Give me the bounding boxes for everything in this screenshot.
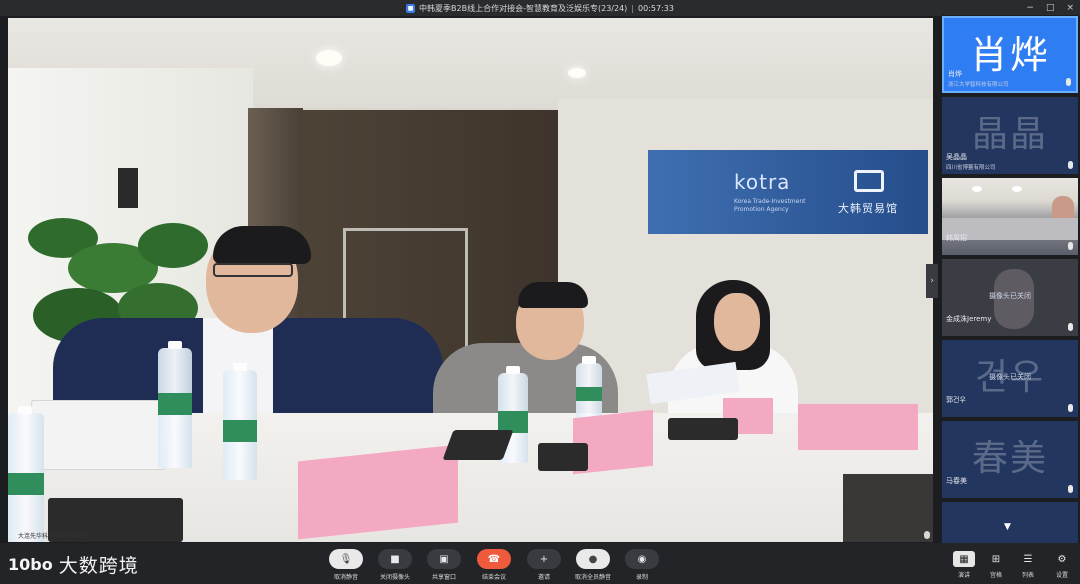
collapse-panel-button[interactable]: › <box>926 264 938 298</box>
share-screen-icon: ▣ <box>427 549 461 569</box>
microphone-base <box>668 418 738 440</box>
list-view-label: 列表 <box>1021 572 1034 579</box>
close-icon[interactable]: × <box>1066 3 1074 13</box>
record-label: 录制 <box>635 574 648 581</box>
participant-panel: ▲ 肖烨 肖烨 浙江大学智科技有限公司 晶晶 吴晶晶 四川省博鳌有限公司 韩周招… <box>942 15 1078 543</box>
unmute-all-button[interactable]: ● 取消全员静音 <box>568 549 618 581</box>
banner-chinese: 大韩贸易馆 <box>838 202 898 215</box>
name-card <box>798 404 918 450</box>
participant-avatar: 春美 <box>971 438 1048 479</box>
water-bottle <box>158 341 192 468</box>
microphone-base <box>538 443 588 471</box>
main-video-feed[interactable]: kotra Korea Trade-Investment Promotion A… <box>8 18 933 542</box>
meeting-title: 中韩夏季B2B线上合作对接会-智慧教育及泛娱乐专(23/24) <box>419 3 628 13</box>
participant-name: 马春美 <box>946 477 967 485</box>
list-view-button[interactable]: ☰ 列表 <box>1013 551 1043 580</box>
gallery-view-button[interactable]: ⊞ 宫格 <box>981 551 1011 580</box>
participant-tile[interactable]: 晶晶 吴晶晶 四川省博鳌有限公司 <box>942 97 1078 174</box>
participant-tile[interactable]: 건우 摄像头已关闭 郭건우 <box>942 340 1078 417</box>
camera-icon: ■ <box>378 549 412 569</box>
watermark-logo: 10bo <box>8 555 53 574</box>
banner-brand: kotra <box>734 170 791 194</box>
users-icon: ● <box>576 549 610 569</box>
banner-logo-icon <box>854 170 884 192</box>
camera-label: 关闭摄像头 <box>379 574 410 581</box>
main-mic-icon <box>924 531 930 539</box>
grid-icon: ⊞ <box>991 553 1001 565</box>
participant-name: 郭건우 <box>946 396 966 404</box>
ceiling-light <box>316 50 342 66</box>
meeting-timer: 00:57:33 <box>638 3 674 13</box>
mic-icon <box>1068 242 1073 250</box>
unmute-all-label: 取消全员静音 <box>574 574 611 581</box>
ceiling-light <box>568 68 586 78</box>
watermark-text: 大数跨境 <box>58 555 139 577</box>
minimize-icon[interactable]: − <box>1026 3 1034 13</box>
record-icon: ◉ <box>625 549 659 569</box>
watermark: 10bo 大数跨境 <box>8 551 139 578</box>
camera-off-label: 摄像头已关闭 <box>989 292 1031 300</box>
share-window-button[interactable]: ▣ 共享窗口 <box>419 549 469 581</box>
kotra-banner: kotra Korea Trade-Investment Promotion A… <box>648 150 928 234</box>
title-bar: ■ 中韩夏季B2B线上合作对接会-智慧教育及泛娱乐专(23/24) | 00:5… <box>0 0 1080 16</box>
speaker-view-label: 演讲 <box>957 572 970 579</box>
speaker-view-icon: ▦ <box>953 551 975 567</box>
invite-button[interactable]: + 邀请 <box>519 549 569 581</box>
participant-tile[interactable]: ▼ <box>942 502 1078 543</box>
participant-company: 浙江大学智科技有限公司 <box>948 82 1009 88</box>
hangup-icon: ☎ <box>477 549 511 569</box>
speaker-view-button[interactable]: ▦ 演讲 <box>949 551 979 579</box>
mic-icon <box>1068 404 1073 412</box>
gallery-view-label: 宫格 <box>989 572 1002 579</box>
settings-label: 设置 <box>1055 572 1068 579</box>
participant-tile[interactable]: 摄像头已关闭 金成洙Jeremy <box>942 259 1078 336</box>
title-separator: | <box>631 3 634 13</box>
gear-icon: ⚙ <box>1057 553 1067 565</box>
mic-icon <box>1068 323 1073 331</box>
add-user-icon: + <box>527 549 561 569</box>
lock-icon: ■ <box>406 3 416 13</box>
participant-name: 肖烨 <box>948 70 962 78</box>
mic-icon <box>1066 78 1071 86</box>
participant-tile[interactable]: 韩周招 <box>942 178 1078 255</box>
participant-name: 金成洙Jeremy <box>946 315 992 323</box>
banner-subtitle: Korea Trade-Investment Promotion Agency <box>734 198 806 213</box>
list-icon: ☰ <box>1023 553 1033 565</box>
laptop <box>24 400 172 470</box>
settings-button[interactable]: ⚙ 设置 <box>1047 551 1077 580</box>
speaker-caption: 大连先华科技服务有限公司 <box>18 533 91 540</box>
record-button[interactable]: ◉ 录制 <box>617 549 667 581</box>
unmute-button[interactable]: 🎙 取消静音 <box>321 549 371 581</box>
camera-off-label: 摄像头已关闭 <box>989 373 1031 381</box>
participant-company: 四川省博鳌有限公司 <box>946 165 996 171</box>
mic-icon <box>1068 161 1073 169</box>
share-label: 共享窗口 <box>431 574 456 581</box>
end-meeting-button[interactable]: ☎ 结束会议 <box>469 549 519 581</box>
water-bottle <box>223 363 257 480</box>
invite-label: 邀请 <box>537 574 550 581</box>
maximize-icon[interactable]: □ <box>1046 3 1055 13</box>
participant-name: 吴晶晶 <box>946 153 967 161</box>
meeting-app: ■ 中韩夏季B2B线上合作对接会-智慧教育及泛娱乐专(23/24) | 00:5… <box>0 0 1080 584</box>
participant-tile[interactable]: 春美 马春美 <box>942 421 1078 498</box>
meeting-toolbar: 🎙 取消静音 ■ 关闭摄像头 ▣ 共享窗口 ☎ 结束会议 + 邀请 ● 取消全员… <box>0 543 1080 584</box>
tissue-box <box>843 474 933 542</box>
camera-off-button[interactable]: ■ 关闭摄像头 <box>370 549 420 581</box>
microphone-icon: 🎙 <box>329 549 363 569</box>
participant-avatar: 肖烨 <box>969 33 1050 77</box>
water-bottle <box>8 406 44 542</box>
microphone-base <box>442 430 514 460</box>
participant-avatar: 晶晶 <box>971 114 1048 155</box>
participant-name: 韩周招 <box>946 234 967 242</box>
water-bottle <box>576 356 602 423</box>
mic-icon <box>1068 485 1073 493</box>
scroll-down-icon[interactable]: ▼ <box>1004 522 1011 532</box>
unmute-label: 取消静音 <box>333 574 358 581</box>
participant-tile[interactable]: 肖烨 肖烨 浙江大学智科技有限公司 <box>942 16 1078 93</box>
end-label: 结束会议 <box>481 574 506 581</box>
window-controls: − □ × <box>1026 0 1074 16</box>
